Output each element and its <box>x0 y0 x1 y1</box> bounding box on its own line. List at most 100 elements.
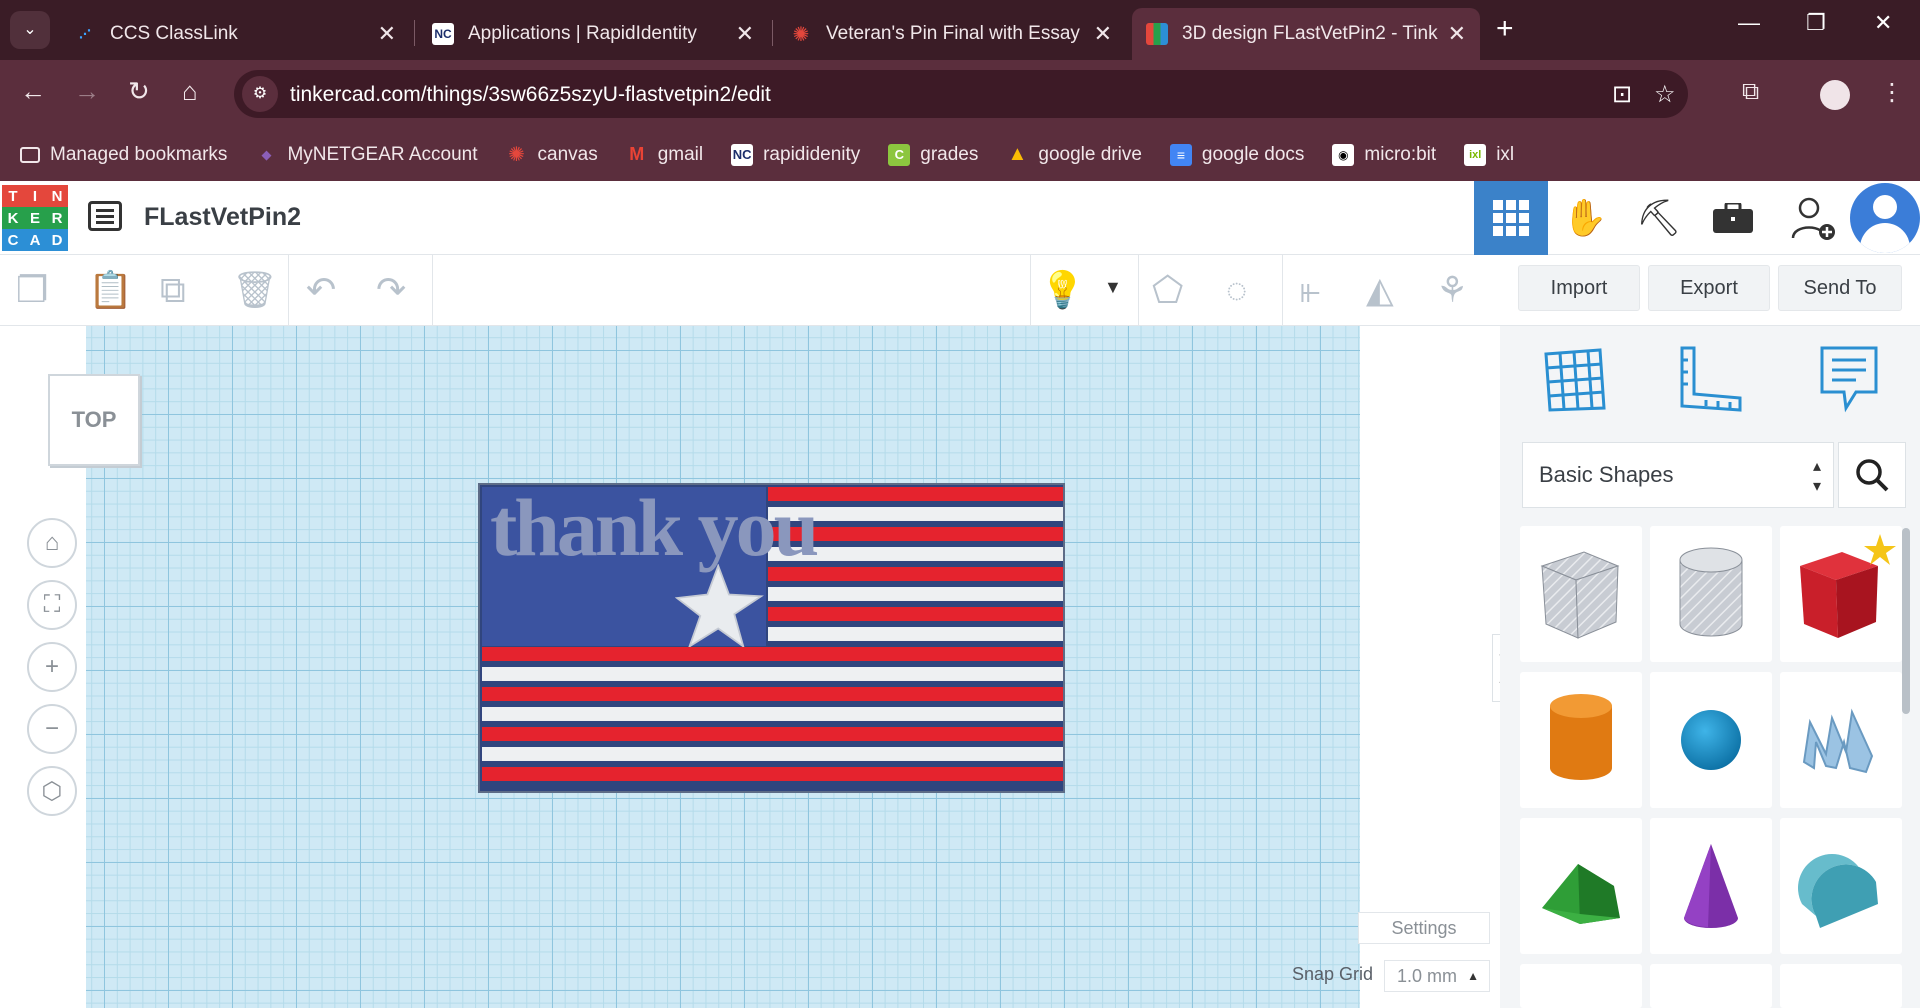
restore-icon[interactable]: ❐ <box>1806 10 1826 36</box>
light-dropdown-icon[interactable]: ▼ <box>1104 277 1122 298</box>
import-button[interactable]: Import <box>1518 265 1640 311</box>
shape-tile-partial[interactable] <box>1520 964 1642 1008</box>
copy-icon[interactable]: ❐ <box>16 269 48 311</box>
drive-icon: ▲ <box>1007 143 1028 165</box>
docs-icon: ≡ <box>1169 143 1192 166</box>
window-close-icon[interactable]: ✕ <box>1874 10 1892 36</box>
install-app-icon[interactable]: ⊡ <box>1612 80 1632 109</box>
shape-tile-partial[interactable] <box>1650 964 1772 1008</box>
export-button[interactable]: Export <box>1648 265 1770 311</box>
extensions-icon[interactable]: ⧉ <box>1742 78 1759 106</box>
grades-icon: C <box>888 143 911 166</box>
paste-icon[interactable]: 📋 <box>88 269 133 311</box>
snap-grid-select[interactable]: 1.0 mm ▲ <box>1384 960 1490 992</box>
fit-view-icon[interactable]: ⛶ <box>27 580 77 630</box>
pickaxe-icon[interactable]: ⛏ <box>1622 181 1696 255</box>
shape-sphere[interactable] <box>1650 672 1772 808</box>
canvas-icon: ✺ <box>508 144 525 166</box>
bookmark-netgear[interactable]: ◆ MyNETGEAR Account <box>255 144 477 166</box>
bookmark-google-docs[interactable]: ≡ google docs <box>1169 143 1304 166</box>
design-list-icon[interactable] <box>88 201 122 231</box>
undo-icon[interactable]: ↶ <box>306 269 336 311</box>
invite-user-icon[interactable] <box>1776 181 1850 255</box>
minimize-icon[interactable]: — <box>1738 10 1760 36</box>
profile-icon[interactable] <box>1820 80 1850 110</box>
edit-toolbar: ❐ 📋 ⧉ 🗑 ↶ ↷ 💡 ▼ ⬠ ◌ ⫦ ◭ ⚘ <box>0 255 1500 326</box>
shape-cone[interactable] <box>1650 818 1772 954</box>
shape-cylinder[interactable] <box>1520 672 1642 808</box>
tab-canvas[interactable]: ✺ Veteran's Pin Final with Essay ✕ <box>776 8 1126 60</box>
delete-icon[interactable]: 🗑 <box>232 269 278 311</box>
redo-icon[interactable]: ↷ <box>376 269 406 311</box>
shape-scribble[interactable] <box>1780 672 1902 808</box>
reload-icon[interactable]: ↻ <box>128 76 150 107</box>
align-icon[interactable]: ⫦ <box>1300 269 1320 312</box>
notes-tool-icon[interactable] <box>1816 344 1884 414</box>
blocks-icon[interactable]: ✋ <box>1548 181 1622 255</box>
bookmark-ixl[interactable]: ixl ixl <box>1464 143 1514 166</box>
send-to-button[interactable]: Send To <box>1778 265 1902 311</box>
bookmark-gmail[interactable]: Mgmail <box>626 144 703 166</box>
workplane-tool-icon[interactable] <box>1540 344 1608 414</box>
group-icon[interactable]: ⬠ <box>1152 269 1183 311</box>
bookmark-canvas[interactable]: ✺ canvas <box>506 144 598 167</box>
shape-search-button[interactable] <box>1838 442 1906 508</box>
caret-up-icon: ▲ <box>1467 969 1479 983</box>
address-bar[interactable]: ⚙ tinkercad.com/things/3sw66z5szyU-flast… <box>234 70 1688 118</box>
shapes-category-select[interactable]: Basic Shapes ▴ ▾ <box>1522 442 1834 508</box>
shape-box[interactable] <box>1780 526 1902 662</box>
bookmarks-bar: Managed bookmarks ◆ MyNETGEAR Account ✺ ca… <box>0 128 1920 181</box>
shape-cylinder-hole[interactable] <box>1650 526 1772 662</box>
ungroup-icon[interactable]: ◌ <box>1226 269 1247 311</box>
workplane-viewport[interactable]: TOP ⌂ ⛶ + − ⬡ thank you Settings Snap Gr… <box>0 326 1500 1008</box>
close-icon[interactable]: ✕ <box>736 21 754 47</box>
bookmark-microbit[interactable]: ◉ micro:bit <box>1332 143 1436 166</box>
bookmark-managed[interactable]: Managed bookmarks <box>20 144 227 166</box>
cruise-icon[interactable]: ⚘ <box>1436 269 1468 311</box>
panel-scrollbar[interactable] <box>1902 528 1910 714</box>
tinkercad-logo[interactable]: T I N K E R C A D <box>2 185 68 251</box>
flag-design-object[interactable]: thank you <box>478 482 1065 793</box>
gmail-icon: M <box>629 144 645 164</box>
briefcase-icon[interactable] <box>1696 181 1770 255</box>
cone-icon <box>1684 844 1738 928</box>
close-icon[interactable]: ✕ <box>378 21 396 47</box>
bookmark-google-drive[interactable]: ▲ google drive <box>1006 143 1141 166</box>
tab-tinkercad[interactable]: 3D design FLastVetPin2 - Tinker ✕ <box>1132 8 1480 60</box>
browser-tab-bar: ⌄ ⋰ CCS ClassLink ✕ NC Applications | Ra… <box>0 0 1920 60</box>
forward-icon[interactable]: → <box>74 76 100 107</box>
view-cube[interactable]: TOP <box>48 374 140 466</box>
close-icon[interactable]: ✕ <box>1448 21 1466 47</box>
mirror-icon[interactable]: ◭ <box>1366 269 1394 311</box>
site-info-icon[interactable]: ⚙ <box>242 76 278 112</box>
tab-search-button[interactable]: ⌄ <box>10 11 50 49</box>
3d-view-grid-icon[interactable] <box>1474 181 1548 255</box>
netgear-icon: ◆ <box>261 146 272 162</box>
ruler-tool-icon[interactable] <box>1676 344 1744 414</box>
zoom-out-icon[interactable]: − <box>27 704 77 754</box>
user-avatar[interactable] <box>1850 183 1920 253</box>
bookmark-grades[interactable]: Cgrades <box>888 143 978 166</box>
back-icon[interactable]: ← <box>20 76 46 107</box>
bookmark-rapididentity[interactable]: NC rapididenity <box>731 143 860 166</box>
bookmark-star-icon[interactable]: ☆ <box>1654 80 1676 109</box>
perspective-icon[interactable]: ⬡ <box>27 766 77 816</box>
browser-toolbar: ← → ↻ ⌂ ⚙ tinkercad.com/things/3sw66z5sz… <box>0 60 1920 128</box>
tab-classlink[interactable]: ⋰ CCS ClassLink ✕ <box>60 8 410 60</box>
shape-roof[interactable] <box>1520 818 1642 954</box>
close-icon[interactable]: ✕ <box>1094 21 1112 47</box>
settings-button[interactable]: Settings <box>1358 912 1490 944</box>
zoom-in-icon[interactable]: + <box>27 642 77 692</box>
new-tab-button[interactable]: + <box>1496 12 1514 46</box>
shape-box-hole[interactable] <box>1520 526 1642 662</box>
shape-half-cylinder[interactable] <box>1780 818 1902 954</box>
duplicate-icon[interactable]: ⧉ <box>160 269 186 312</box>
tab-rapididentity[interactable]: NC Applications | RapidIdentity ✕ <box>418 8 768 60</box>
home-view-icon[interactable]: ⌂ <box>27 518 77 568</box>
home-icon[interactable]: ⌂ <box>182 76 198 107</box>
lightbulb-icon[interactable]: 💡 <box>1040 269 1085 311</box>
search-icon <box>1856 459 1889 492</box>
menu-icon[interactable]: ⋮ <box>1880 78 1904 107</box>
design-title[interactable]: FLastVetPin2 <box>144 203 301 232</box>
shape-tile-partial[interactable] <box>1780 964 1902 1008</box>
